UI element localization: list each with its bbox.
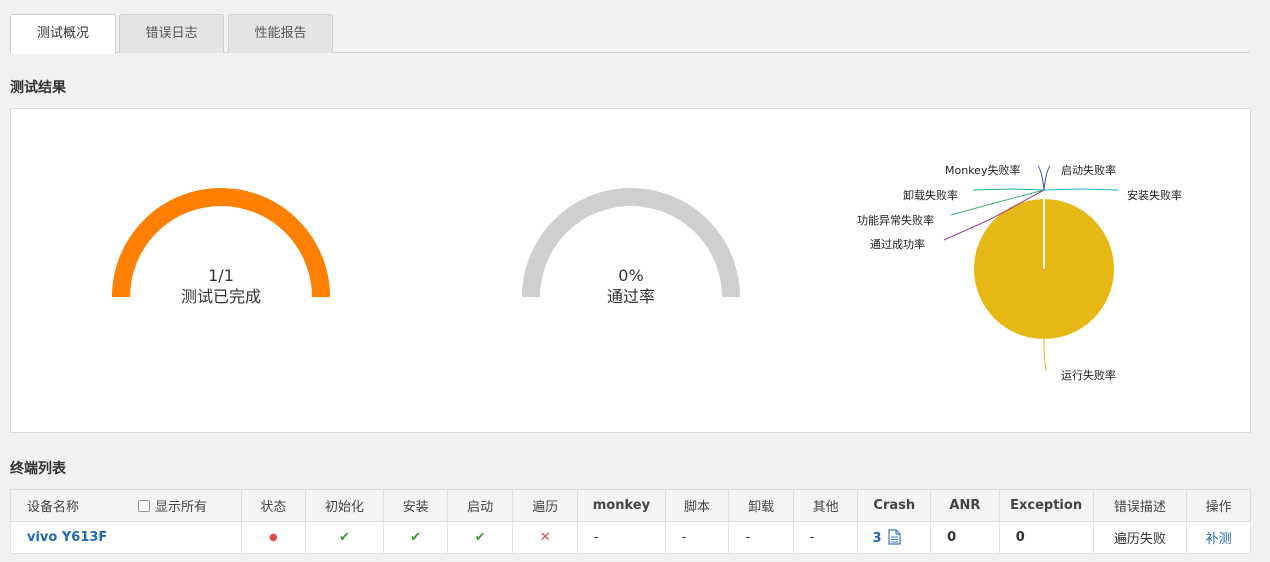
results-title: 测试结果 (10, 80, 66, 96)
status-dot: ● (241, 521, 306, 554)
crash-count-link[interactable]: 3 (872, 531, 881, 546)
retest-link[interactable]: 补测 (1186, 521, 1251, 554)
col-traverse: 遍历 (512, 489, 578, 522)
col-action: 操作 (1186, 489, 1251, 522)
col-install: 安装 (383, 489, 448, 522)
col-init: 初始化 (304, 489, 385, 522)
table-row: vivo Y613F ● ✔ ✔ ✔ ✕ - - - - 3 0 0 遍历失败 … (9, 521, 1251, 554)
completion-value: 1/1 (208, 266, 234, 285)
document-icon[interactable] (888, 529, 901, 545)
launch-check-icon: ✔ (446, 521, 514, 554)
label-run-failure: 运行失败率 (1061, 369, 1116, 382)
init-check-icon: ✔ (304, 521, 385, 554)
monkey-value: - (577, 521, 666, 554)
tab-bar: 测试概况 错误日志 性能报告 (10, 14, 1250, 54)
leader-line-install-failure (1043, 188, 1119, 191)
label-function-failure: 功能异常失败率 (857, 214, 934, 227)
crash-cell[interactable]: 3 (857, 521, 932, 554)
col-uninstall: 卸载 (728, 489, 794, 522)
show-all-toggle[interactable]: 显示所有 (138, 496, 207, 515)
col-exception: Exception (998, 489, 1094, 522)
results-panel: 1/1 测试已完成 0% 通过率 Monkey失败率 启动失败率 卸载失败率 安… (10, 108, 1251, 433)
leader-line-launch-failure (1043, 165, 1051, 191)
device-list-title: 终端列表 (10, 461, 66, 477)
col-script: 脚本 (664, 489, 730, 522)
exception-value: 0 (998, 521, 1094, 554)
uninstall-value: - (728, 521, 794, 554)
tab-error-log[interactable]: 错误日志 (119, 14, 224, 53)
col-other: 其他 (792, 489, 859, 522)
tab-performance-report[interactable]: 性能报告 (228, 14, 333, 53)
col-monkey: monkey (577, 489, 666, 522)
tab-overview[interactable]: 测试概况 (10, 14, 116, 54)
col-crash: Crash (857, 489, 932, 522)
anr-value: 0 (930, 521, 1000, 554)
col-status: 状态 (241, 489, 306, 522)
leader-line-monkey-failure (1037, 165, 1045, 191)
device-name-link[interactable]: vivo Y613F (9, 521, 243, 554)
label-uninstall-failure: 卸载失败率 (903, 189, 958, 202)
completion-label: 测试已完成 (180, 287, 261, 306)
script-value: - (664, 521, 730, 554)
label-launch-failure: 启动失败率 (1061, 164, 1116, 177)
device-table: 设备名称 显示所有 状态 初始化 安装 启动 遍历 monkey 脚本 卸载 其… (9, 489, 1251, 554)
col-device-name-label: 设备名称 (27, 500, 80, 515)
table-header-row: 设备名称 显示所有 状态 初始化 安装 启动 遍历 monkey 脚本 卸载 其… (9, 489, 1251, 522)
show-all-label: 显示所有 (155, 500, 208, 515)
leader-line-run-failure (1043, 338, 1047, 372)
install-check-icon: ✔ (383, 521, 448, 554)
other-value: - (792, 521, 859, 554)
label-pass-success: 通过成功率 (870, 238, 925, 251)
pass-rate-value: 0% (618, 266, 644, 285)
traverse-cross-icon: ✕ (512, 521, 578, 554)
leader-line-uninstall-failure (972, 188, 1045, 191)
label-install-failure: 安装失败率 (1127, 189, 1182, 202)
show-all-checkbox[interactable] (138, 500, 151, 512)
col-anr: ANR (930, 489, 1000, 522)
col-device-name: 设备名称 显示所有 (9, 489, 243, 522)
label-monkey-failure: Monkey失败率 (945, 164, 1021, 177)
col-error-desc: 错误描述 (1092, 489, 1188, 522)
col-launch: 启动 (446, 489, 514, 522)
pass-rate-label: 通过率 (606, 287, 655, 306)
error-desc-value: 遍历失败 (1092, 521, 1188, 554)
